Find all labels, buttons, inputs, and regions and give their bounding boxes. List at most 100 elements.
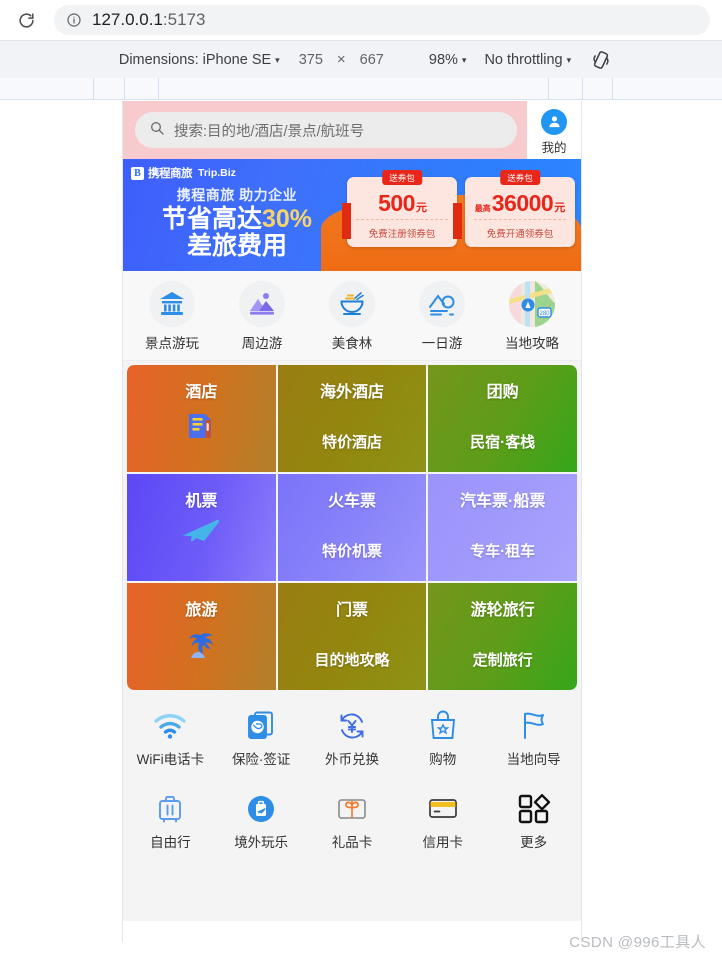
rotate-device-icon[interactable] bbox=[590, 49, 612, 71]
category-main-label: 机票 bbox=[185, 493, 218, 510]
dimension-separator: × bbox=[336, 51, 346, 68]
quick-entry-nearby[interactable]: 周边游 bbox=[217, 281, 307, 352]
wifi-icon bbox=[153, 706, 187, 746]
service-label: 保险·签证 bbox=[231, 752, 291, 767]
landscape-icon bbox=[419, 281, 465, 327]
chevron-down-icon: ▾ bbox=[275, 55, 280, 65]
quick-entry-guide[interactable]: 280 当地攻略 bbox=[487, 281, 577, 352]
category-cell-groupbuy[interactable]: 团购 民宿·客栈 bbox=[428, 365, 577, 472]
service-label: 境外玩乐 bbox=[234, 834, 289, 850]
throttling-select[interactable]: No throttling ▾ bbox=[475, 52, 580, 68]
quick-entry-row: 景点游玩 周边游 美食林 一日游 280 当地攻略 bbox=[123, 271, 581, 361]
viewport-bottom-strip bbox=[122, 921, 582, 942]
category-main-label: 旅游 bbox=[185, 602, 218, 619]
category-sub-label: 民宿·客栈 bbox=[470, 434, 536, 451]
logo-chinese-text: 携程商旅 bbox=[148, 168, 193, 180]
quick-entry-scenic[interactable]: 景点游玩 bbox=[127, 281, 217, 352]
profile-entry[interactable]: 我的 bbox=[527, 101, 581, 159]
service-item-more[interactable]: 更多 bbox=[488, 789, 579, 852]
category-main-label: 汽车票·船票 bbox=[459, 493, 546, 510]
category-cell-bus-boat[interactable]: 汽车票·船票 专车·租车 bbox=[428, 474, 577, 581]
category-cell-cruise[interactable]: 游轮旅行 定制旅行 bbox=[428, 583, 577, 690]
app-header: 搜索:目的地/酒店/景点/航班号 我的 bbox=[123, 101, 581, 159]
promo-banner[interactable]: B 携程商旅 Trip.Biz 携程商旅 助力企业 节省高达30% 差旅费用 送… bbox=[123, 159, 581, 271]
svg-text:280: 280 bbox=[539, 311, 550, 317]
viewport-width-input[interactable]: 375 bbox=[289, 52, 333, 68]
service-item-currency[interactable]: 外币兑换 bbox=[307, 706, 398, 769]
category-cell-tickets[interactable]: 门票 目的地攻略 bbox=[277, 583, 427, 690]
category-grid: 酒店 海外酒店 特价酒店 团购 民宿·客栈 机票 火车票 特价机票 汽车票·船票… bbox=[127, 365, 577, 690]
category-main-label: 海外酒店 bbox=[319, 384, 384, 401]
shopping-bag-icon bbox=[428, 706, 458, 746]
category-cell-hotel[interactable]: 酒店 bbox=[127, 365, 276, 472]
viewport-height-input[interactable]: 667 bbox=[350, 52, 394, 68]
category-main-label: 门票 bbox=[335, 602, 368, 619]
quick-entry-food[interactable]: 美食林 bbox=[307, 281, 397, 352]
mobile-viewport: 搜索:目的地/酒店/景点/航班号 我的 B 携程商旅 Trip.Biz 携程商旅… bbox=[122, 101, 582, 921]
coupon-card[interactable]: 送券包 500 元 免费注册领券包 bbox=[342, 170, 457, 247]
search-container: 搜索:目的地/酒店/景点/航班号 bbox=[123, 101, 527, 159]
category-cell-tour[interactable]: 旅游 bbox=[127, 583, 276, 690]
category-cell-train[interactable]: 火车票 特价机票 bbox=[277, 474, 427, 581]
chevron-down-icon: ▾ bbox=[461, 55, 467, 65]
device-dimensions-select[interactable]: Dimensions: iPhone SE ▾ bbox=[110, 52, 289, 68]
currency-exchange-icon bbox=[336, 706, 368, 746]
reload-icon[interactable] bbox=[12, 6, 40, 34]
ruler-tick bbox=[158, 78, 159, 100]
search-input[interactable]: 搜索:目的地/酒店/景点/航班号 bbox=[135, 112, 517, 148]
coupon-number: 500 bbox=[378, 190, 415, 216]
profile-label: 我的 bbox=[541, 140, 567, 155]
chevron-down-icon: ▾ bbox=[566, 55, 572, 65]
url-host: 127.0.0.1 bbox=[92, 10, 163, 29]
coupon-badge: 送券包 bbox=[382, 170, 422, 185]
map-navigation-icon: 280 bbox=[509, 281, 555, 327]
category-cell-overseas-hotel[interactable]: 海外酒店 特价酒店 bbox=[277, 365, 427, 472]
throttling-value: No throttling bbox=[484, 51, 563, 68]
noodle-bowl-icon bbox=[329, 281, 375, 327]
device-dimensions-label: Dimensions: iPhone SE bbox=[118, 51, 272, 68]
ribbon-right bbox=[453, 203, 462, 239]
banner-headline-2: 差旅费用 bbox=[186, 232, 287, 260]
zoom-value: 98% bbox=[428, 51, 458, 68]
coupon-note: 免费注册领券包 bbox=[368, 229, 436, 240]
service-grid: WiFi电话卡 保险·签证 外币兑换 购物 当地向导 自由行 境外玩乐 礼品卡 … bbox=[123, 696, 581, 866]
zoom-select[interactable]: 98% ▾ bbox=[420, 52, 476, 68]
service-row: 自由行 境外玩乐 礼品卡 信用卡 更多 bbox=[123, 785, 581, 856]
coupon-unit: 元 bbox=[554, 202, 566, 214]
service-item-overseas-play[interactable]: 境外玩乐 bbox=[216, 789, 307, 852]
service-label: 更多 bbox=[520, 834, 548, 850]
search-placeholder-text: 搜索:目的地/酒店/景点/航班号 bbox=[174, 123, 365, 140]
ruler-tick bbox=[548, 78, 549, 100]
category-main-label: 酒店 bbox=[185, 384, 218, 401]
service-item-credit-card[interactable]: 信用卡 bbox=[397, 789, 488, 852]
ruler-tick bbox=[93, 78, 94, 100]
service-label: 购物 bbox=[429, 752, 457, 767]
quick-entry-dayTour[interactable]: 一日游 bbox=[397, 281, 487, 352]
service-item-insurance-visa[interactable]: 保险·签证 bbox=[216, 706, 307, 769]
service-item-free-travel[interactable]: 自由行 bbox=[125, 789, 216, 852]
service-item-wifi[interactable]: WiFi电话卡 bbox=[125, 706, 216, 769]
temple-icon bbox=[149, 281, 195, 327]
coupon-amount: 500 元 bbox=[377, 190, 427, 217]
category-cell-flight[interactable]: 机票 bbox=[127, 474, 276, 581]
coupon-prefix: 最高 bbox=[474, 204, 491, 213]
service-item-local-guide[interactable]: 当地向导 bbox=[488, 706, 579, 769]
quick-entry-label: 景点游玩 bbox=[145, 336, 199, 351]
address-bar[interactable]: 127.0.0.1:5173 bbox=[54, 5, 710, 35]
quick-entry-label: 一日游 bbox=[421, 336, 463, 351]
category-sub-label: 定制旅行 bbox=[472, 652, 533, 669]
coupon-unit: 元 bbox=[415, 202, 427, 214]
banner-subtitle: 携程商旅 助力企业 bbox=[176, 187, 298, 203]
service-item-gift-card[interactable]: 礼品卡 bbox=[307, 789, 398, 852]
hotel-building-icon bbox=[127, 409, 276, 443]
mountain-icon bbox=[239, 281, 285, 327]
flag-icon bbox=[518, 706, 550, 746]
category-sub-label: 特价酒店 bbox=[321, 434, 382, 451]
coupon-card[interactable]: 送券包 最高 36000 元 免费开通领券包 bbox=[453, 170, 575, 247]
device-mode-toolbar: Dimensions: iPhone SE ▾ 375 × 667 98% ▾ … bbox=[0, 40, 722, 78]
palm-tree-icon bbox=[127, 627, 276, 663]
service-item-shopping[interactable]: 购物 bbox=[397, 706, 488, 769]
ruler-tick bbox=[124, 78, 125, 100]
browser-toolbar: 127.0.0.1:5173 bbox=[0, 0, 722, 40]
info-icon[interactable] bbox=[66, 12, 82, 28]
